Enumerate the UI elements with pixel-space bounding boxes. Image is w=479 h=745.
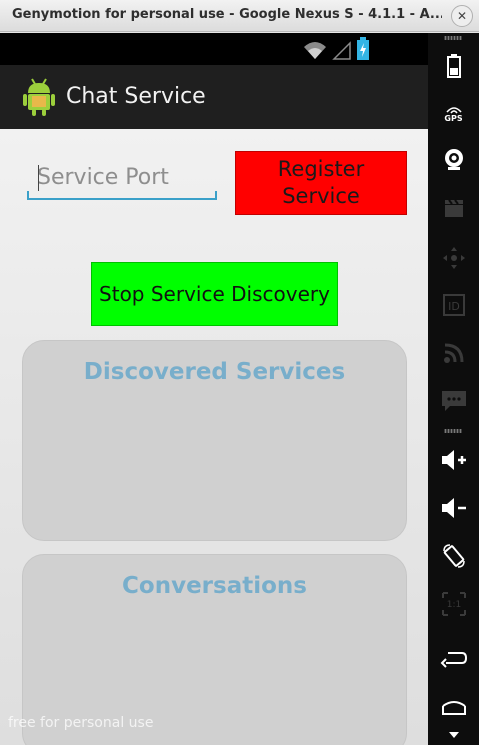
grip-middle xyxy=(444,429,462,433)
volume-up-icon[interactable] xyxy=(428,445,479,475)
discovered-services-panel: Discovered Services xyxy=(22,340,407,541)
wifi-icon xyxy=(304,42,326,59)
discovered-services-title: Discovered Services xyxy=(83,359,346,385)
window-title: Genymotion for personal use - Google Nex… xyxy=(12,7,442,22)
back-icon[interactable] xyxy=(428,644,479,674)
stop-service-discovery-button[interactable]: Stop Service Discovery xyxy=(91,262,338,326)
scale-icon[interactable]: 1:1 xyxy=(428,589,479,619)
home-icon[interactable] xyxy=(428,692,479,722)
service-port-input[interactable] xyxy=(27,156,217,200)
volume-down-icon[interactable] xyxy=(428,493,479,523)
sms-icon[interactable] xyxy=(428,386,479,416)
battery-icon[interactable] xyxy=(428,51,479,81)
input-underline-left xyxy=(27,191,29,200)
control-sidebar: GPS ID 1:1 xyxy=(428,33,479,745)
menu-icon[interactable] xyxy=(428,727,479,743)
battery-charging-icon xyxy=(357,37,369,60)
signal-icon xyxy=(332,41,351,60)
close-icon[interactable]: ✕ xyxy=(451,5,473,27)
video-clapper-icon[interactable] xyxy=(428,193,479,223)
device-screen: Chat Service Register Service Stop Servi… xyxy=(0,33,428,745)
id-icon[interactable]: ID xyxy=(428,290,479,320)
camera-icon[interactable] xyxy=(428,144,479,174)
gps-icon[interactable]: GPS xyxy=(428,98,479,128)
input-underline-right xyxy=(215,191,217,200)
status-bar xyxy=(0,33,428,65)
text-caret xyxy=(38,165,39,191)
action-bar: Chat Service xyxy=(0,65,428,129)
gps-label: GPS xyxy=(444,113,463,123)
watermark: free for personal use xyxy=(8,715,154,731)
android-icon xyxy=(23,78,55,116)
dpad-icon[interactable] xyxy=(428,243,479,273)
rss-icon[interactable] xyxy=(428,338,479,368)
id-label: ID xyxy=(448,300,460,313)
app-title: Chat Service xyxy=(66,84,206,109)
conversations-title: Conversations xyxy=(122,573,307,599)
window-titlebar: Genymotion for personal use - Google Nex… xyxy=(0,0,479,32)
rotate-icon[interactable] xyxy=(428,541,479,571)
scale-label: 1:1 xyxy=(446,600,460,610)
register-service-button[interactable]: Register Service xyxy=(235,151,407,215)
main-content: Register Service Stop Service Discovery … xyxy=(0,129,428,745)
grip-top xyxy=(444,36,462,40)
